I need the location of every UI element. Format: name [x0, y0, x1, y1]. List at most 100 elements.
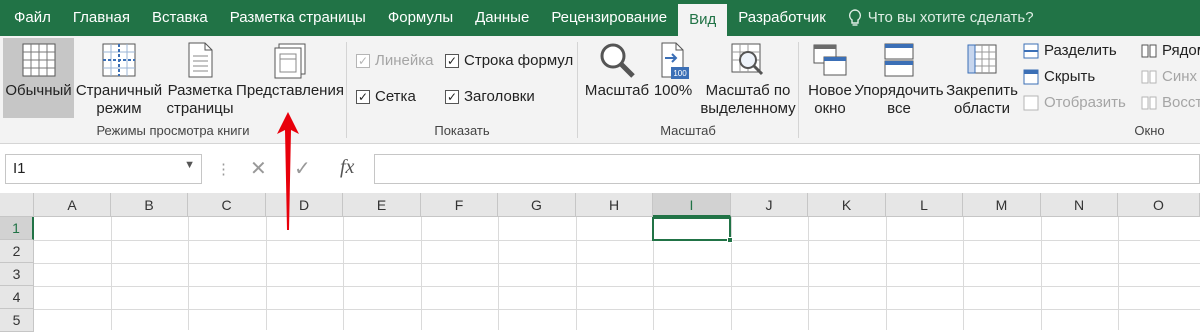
cancel-entry-button[interactable]: ✕ [250, 156, 267, 181]
gridline [1041, 217, 1042, 330]
column-header-m[interactable]: M [963, 193, 1041, 217]
arrange-all-label-2: все [887, 100, 911, 117]
custom-views-button[interactable]: Представления [236, 38, 344, 118]
side-by-side-icon [1141, 44, 1157, 57]
gridline [498, 217, 499, 330]
active-cell-i1[interactable] [652, 217, 733, 243]
formula-input[interactable] [374, 154, 1200, 184]
column-header-l[interactable]: L [886, 193, 963, 217]
row-header-5[interactable]: 5 [0, 309, 34, 332]
column-header-j[interactable]: J [731, 193, 808, 217]
hide-button[interactable]: Скрыть [1023, 68, 1095, 85]
headings-checkbox[interactable]: ✓ Заголовки [445, 88, 535, 105]
select-all-corner[interactable] [0, 193, 34, 217]
page-break-icon [100, 38, 138, 82]
gridline [34, 263, 1200, 264]
sync-scroll-icon [1141, 70, 1157, 83]
column-header-b[interactable]: B [111, 193, 188, 217]
row-header-4[interactable]: 4 [0, 286, 34, 309]
gridline [963, 217, 964, 330]
column-header-h[interactable]: H [576, 193, 653, 217]
worksheet-grid: A B C D E F G H I J K L M N O 1 2 3 4 5 [0, 193, 1200, 332]
row-header-3[interactable]: 3 [0, 263, 34, 286]
gridline [886, 217, 887, 330]
sync-scroll-button[interactable]: Синх [1141, 68, 1197, 85]
gridline [808, 217, 809, 330]
zoom-100-label: 100% [653, 82, 693, 99]
unhide-button[interactable]: Отобразить [1023, 94, 1126, 111]
new-window-button[interactable]: Новое окно [803, 38, 857, 118]
gridline [576, 217, 577, 330]
insert-function-button[interactable]: fx [340, 156, 354, 179]
side-by-side-label: Рядом [1162, 42, 1200, 59]
column-header-i[interactable]: I [653, 193, 731, 217]
window-group-label: Окно [1134, 123, 1165, 138]
hide-label: Скрыть [1044, 68, 1096, 85]
formula-bar: I1 ▼ ⋮ ✕ ✓ fx [0, 152, 1200, 186]
column-header-k[interactable]: K [808, 193, 886, 217]
zoom-selection-label-1: Масштаб по [705, 82, 791, 99]
name-box[interactable]: I1 ▼ [5, 154, 202, 184]
page-break-view-button[interactable]: Страничный режим [76, 38, 162, 118]
gridline [188, 217, 189, 330]
arrange-all-label-1: Упорядочить [854, 82, 944, 99]
checkbox-check-icon: ✓ [445, 89, 459, 104]
gridlines-checkbox[interactable]: ✓ Сетка [356, 88, 416, 105]
formula-bar-checkbox[interactable]: ✓ Строка формул [445, 52, 573, 69]
column-header-a[interactable]: A [34, 193, 111, 217]
column-header-e[interactable]: E [343, 193, 421, 217]
tab-formulas[interactable]: Формулы [377, 0, 464, 36]
page-break-label-2: режим [96, 100, 142, 117]
tab-page-layout[interactable]: Разметка страницы [219, 0, 377, 36]
split-label: Разделить [1044, 42, 1117, 59]
gridline [111, 217, 112, 330]
headings-label: Заголовки [464, 88, 535, 105]
tab-home[interactable]: Главная [62, 0, 141, 36]
reset-position-button[interactable]: Восст [1141, 94, 1200, 111]
page-layout-icon [183, 38, 217, 82]
ruler-checkbox[interactable]: ✓ Линейка [356, 52, 433, 69]
new-window-label-1: Новое [808, 82, 852, 99]
column-header-o[interactable]: O [1118, 193, 1200, 217]
tab-data[interactable]: Данные [464, 0, 540, 36]
arrange-all-button[interactable]: Упорядочить все [853, 38, 945, 118]
page-layout-label-2: страницы [166, 100, 234, 117]
tab-insert[interactable]: Вставка [141, 0, 219, 36]
column-header-f[interactable]: F [421, 193, 498, 217]
tab-developer[interactable]: Разработчик [727, 0, 836, 36]
zoom-100-button[interactable]: 100 100% [652, 38, 694, 118]
checkbox-check-icon: ✓ [356, 53, 370, 68]
tab-view[interactable]: Вид [678, 4, 728, 36]
zoom-selection-label-2: выделенному [700, 100, 796, 117]
split-button[interactable]: Разделить [1023, 42, 1117, 59]
formula-bar-grip[interactable]: ⋮ [216, 160, 232, 178]
gridline [34, 309, 1200, 310]
tab-file[interactable]: Файл [0, 0, 62, 36]
freeze-panes-button[interactable]: Закрепить области [945, 38, 1019, 118]
column-header-g[interactable]: G [498, 193, 576, 217]
zoom-to-selection-button[interactable]: Масштаб по выделенному [700, 38, 796, 118]
normal-view-icon [20, 38, 58, 82]
magnifier-icon [597, 38, 637, 82]
side-by-side-button[interactable]: Рядом [1141, 42, 1200, 59]
zoom-100-icon: 100 [656, 38, 690, 82]
row-header-1[interactable]: 1 [0, 217, 34, 240]
fill-handle[interactable] [727, 237, 733, 243]
gridline [1118, 217, 1119, 330]
tab-review[interactable]: Рецензирование [540, 0, 678, 36]
gridline [343, 217, 344, 330]
column-header-n[interactable]: N [1041, 193, 1118, 217]
zoom-button[interactable]: Масштаб [582, 38, 652, 118]
page-layout-view-button[interactable]: Разметка страницы [165, 38, 235, 118]
zoom-100-icon-text: 100 [673, 69, 687, 78]
zoom-selection-icon [728, 38, 768, 82]
ribbon: Обычный Страничный режим Разметка страни… [0, 36, 1200, 144]
normal-view-button[interactable]: Обычный [3, 38, 74, 118]
tell-me-search[interactable]: Что вы хотите сделать? [837, 0, 1045, 36]
freeze-panes-label-2: области [953, 100, 1011, 117]
tell-me-text: Что вы хотите сделать? [867, 9, 1034, 26]
normal-view-label: Обычный [5, 82, 72, 99]
column-header-c[interactable]: C [188, 193, 266, 217]
chevron-down-icon[interactable]: ▼ [184, 159, 195, 171]
row-header-2[interactable]: 2 [0, 240, 34, 263]
